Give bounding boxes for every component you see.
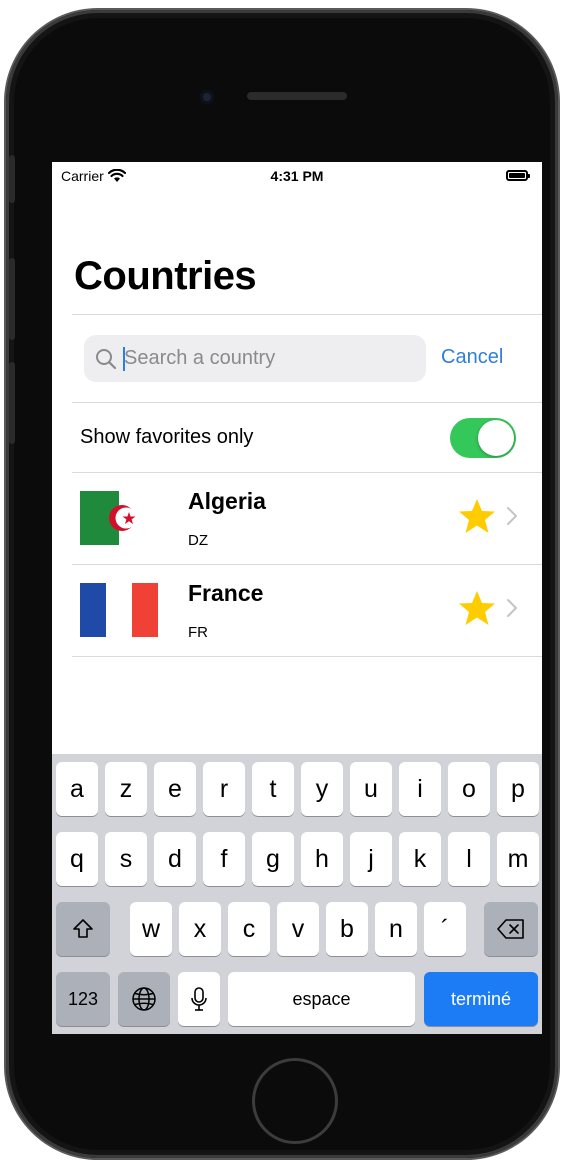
country-name: Algeria: [188, 488, 266, 514]
country-row-algeria[interactable]: Algeria DZ: [72, 472, 542, 564]
space-key[interactable]: espace: [228, 972, 415, 1026]
country-row-france[interactable]: France FR: [72, 564, 542, 656]
country-code: DZ: [188, 532, 208, 549]
page-title: Countries: [74, 254, 257, 298]
key-f[interactable]: f: [203, 832, 245, 886]
home-button[interactable]: [252, 1058, 338, 1144]
key-a[interactable]: a: [56, 762, 98, 816]
backspace-icon: [497, 919, 524, 939]
screen: Carrier 4:31 PM Countries Cancel: [52, 162, 542, 1034]
volume-down-button: [9, 362, 15, 444]
key-acute-accent[interactable]: ´: [424, 902, 466, 956]
key-w[interactable]: w: [130, 902, 172, 956]
key-y[interactable]: y: [301, 762, 343, 816]
favorites-toggle[interactable]: [450, 418, 516, 458]
key-z[interactable]: z: [105, 762, 147, 816]
chevron-right-icon: [507, 599, 517, 617]
done-key[interactable]: terminé: [424, 972, 538, 1026]
favorite-star-icon[interactable]: [458, 590, 496, 626]
key-m[interactable]: m: [497, 832, 539, 886]
mute-switch: [9, 155, 15, 203]
volume-up-button: [9, 258, 15, 340]
key-s[interactable]: s: [105, 832, 147, 886]
toggle-knob: [478, 420, 514, 456]
battery-icon: [506, 170, 530, 181]
key-d[interactable]: d: [154, 832, 196, 886]
key-e[interactable]: e: [154, 762, 196, 816]
key-o[interactable]: o: [448, 762, 490, 816]
key-q[interactable]: q: [56, 832, 98, 886]
search-icon: [96, 349, 117, 370]
france-flag-icon: [80, 583, 158, 637]
shift-key[interactable]: [56, 902, 110, 956]
favorite-star-icon[interactable]: [458, 498, 496, 534]
key-g[interactable]: g: [252, 832, 294, 886]
country-code: FR: [188, 624, 208, 641]
key-l[interactable]: l: [448, 832, 490, 886]
key-x[interactable]: x: [179, 902, 221, 956]
favorites-filter-label: Show favorites only: [80, 426, 254, 448]
key-c[interactable]: c: [228, 902, 270, 956]
dictation-key[interactable]: [178, 972, 220, 1026]
key-i[interactable]: i: [399, 762, 441, 816]
search-input[interactable]: [124, 335, 414, 382]
key-h[interactable]: h: [301, 832, 343, 886]
front-camera: [200, 90, 214, 104]
key-b[interactable]: b: [326, 902, 368, 956]
shift-icon: [73, 919, 93, 938]
globe-key[interactable]: [118, 972, 170, 1026]
key-r[interactable]: r: [203, 762, 245, 816]
keyboard: a z e r t y u i o p q s d f g h j k l m: [52, 754, 542, 1034]
country-name: France: [188, 580, 264, 606]
key-k[interactable]: k: [399, 832, 441, 886]
key-j[interactable]: j: [350, 832, 392, 886]
algeria-flag-icon: [80, 491, 158, 545]
numbers-key[interactable]: 123: [56, 972, 110, 1026]
phone-frame: Carrier 4:31 PM Countries Cancel: [6, 10, 558, 1158]
key-v[interactable]: v: [277, 902, 319, 956]
key-n[interactable]: n: [375, 902, 417, 956]
delete-key[interactable]: [484, 902, 538, 956]
chevron-right-icon: [507, 507, 517, 525]
cancel-button[interactable]: Cancel: [441, 346, 503, 369]
earpiece-speaker: [247, 92, 347, 100]
microphone-icon: [191, 987, 207, 1011]
search-bar[interactable]: [84, 335, 426, 382]
status-time: 4:31 PM: [270, 168, 324, 184]
divider: [72, 656, 542, 657]
status-bar: Carrier 4:31 PM: [52, 162, 542, 190]
key-t[interactable]: t: [252, 762, 294, 816]
key-u[interactable]: u: [350, 762, 392, 816]
divider: [72, 402, 542, 403]
divider: [72, 314, 542, 315]
key-p[interactable]: p: [497, 762, 539, 816]
globe-icon: [132, 987, 156, 1011]
